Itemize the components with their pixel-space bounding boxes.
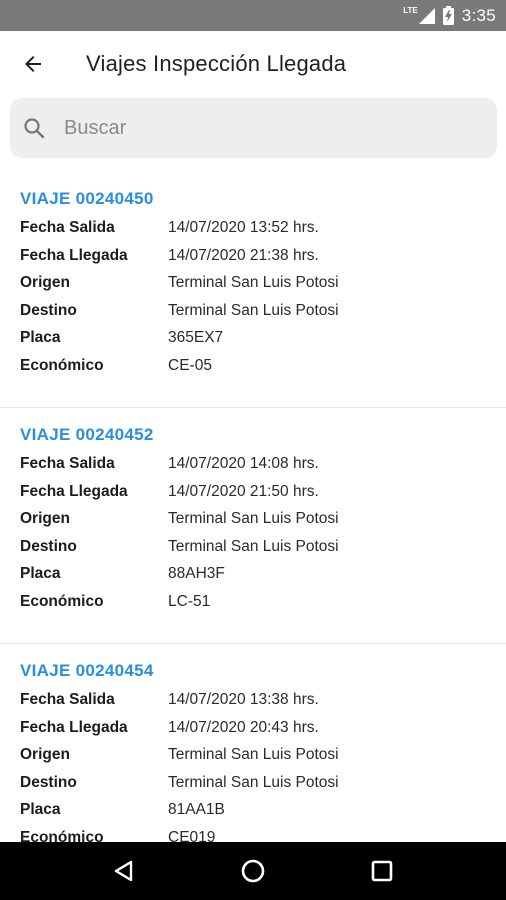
field-label: Fecha Salida: [20, 455, 115, 472]
trip-row-placa: Placa 81AA1B: [20, 796, 506, 824]
field-label: Económico: [20, 592, 104, 610]
trip-row-origen: Origen Terminal San Luis Potosi: [20, 741, 506, 769]
trip-row-placa: Placa 365EX7: [20, 324, 506, 352]
triangle-back-icon: [115, 860, 133, 882]
trip-title: VIAJE 00240450: [20, 189, 154, 208]
trip-row-fecha-salida: Fecha Salida 14/07/2020 14:08 hrs.: [20, 450, 506, 478]
arrow-left-icon: [25, 56, 41, 72]
field-value: Terminal San Luis Potosi: [168, 537, 339, 555]
trip-row-fecha-salida: Fecha Salida 14/07/2020 13:52 hrs.: [20, 214, 506, 242]
field-value: LC-51: [168, 592, 211, 610]
field-label: Destino: [20, 301, 77, 319]
trip-row-placa: Placa 88AH3F: [20, 560, 506, 588]
field-label: Origen: [20, 274, 70, 291]
field-label: Placa: [20, 565, 61, 582]
trip-row-economico: Económico LC-51: [20, 588, 506, 616]
trip-row-economico: Económico CE-05: [20, 352, 506, 380]
nav-home-button[interactable]: [229, 847, 277, 895]
signal-indicator: LTE: [403, 6, 435, 24]
field-value: 14/07/2020 20:43 hrs.: [168, 718, 319, 736]
field-label: Destino: [20, 537, 77, 555]
trip-row-fecha-llegada: Fecha Llegada 14/07/2020 20:43 hrs.: [20, 714, 506, 742]
field-label: Fecha Llegada: [20, 718, 128, 736]
field-value: Terminal San Luis Potosi: [168, 510, 339, 527]
trip-card[interactable]: VIAJE 00240452 Fecha Salida 14/07/2020 1…: [0, 408, 506, 644]
clock-time: 3:35: [461, 5, 496, 25]
search-bar[interactable]: [10, 98, 497, 158]
field-label: Económico: [20, 828, 104, 843]
signal-icon: [418, 7, 435, 24]
field-value: 14/07/2020 13:38 hrs.: [168, 691, 319, 708]
field-value: CE-05: [168, 356, 212, 374]
trip-title: VIAJE 00240454: [20, 661, 154, 680]
field-value: 14/07/2020 21:38 hrs.: [168, 246, 319, 264]
field-value: 365EX7: [168, 329, 224, 346]
battery-charging-icon: [442, 6, 454, 25]
field-label: Placa: [20, 329, 61, 346]
trip-card[interactable]: VIAJE 00240450 Fecha Salida 14/07/2020 1…: [0, 172, 506, 408]
field-value: Terminal San Luis Potosi: [168, 746, 339, 763]
trip-card[interactable]: VIAJE 00240454 Fecha Salida 14/07/2020 1…: [0, 644, 506, 842]
field-value: CE019: [168, 828, 216, 843]
trip-row-origen: Origen Terminal San Luis Potosi: [20, 505, 506, 533]
trip-row-fecha-llegada: Fecha Llegada 14/07/2020 21:50 hrs.: [20, 478, 506, 506]
search-icon: [22, 116, 46, 140]
field-value: 14/07/2020 13:52 hrs.: [168, 219, 319, 236]
field-label: Fecha Llegada: [20, 482, 128, 500]
nav-back-button[interactable]: [100, 847, 148, 895]
field-value: Terminal San Luis Potosi: [168, 301, 339, 319]
status-bar: LTE 3:35: [0, 0, 506, 31]
system-nav-bar: [0, 842, 506, 900]
battery-indicator: [442, 6, 454, 25]
trip-title: VIAJE 00240452: [20, 425, 154, 444]
square-recents-icon: [371, 860, 392, 882]
field-value: Terminal San Luis Potosi: [168, 773, 339, 791]
trip-row-fecha-llegada: Fecha Llegada 14/07/2020 21:38 hrs.: [20, 242, 506, 270]
field-value: 88AH3F: [168, 565, 225, 582]
field-label: Fecha Salida: [20, 691, 115, 708]
network-type-label: LTE: [403, 6, 418, 15]
trip-row-destino: Destino Terminal San Luis Potosi: [20, 533, 506, 561]
page-title: Viajes Inspección Llegada: [86, 51, 347, 76]
field-value: 81AA1B: [168, 801, 225, 818]
field-value: 14/07/2020 14:08 hrs.: [168, 455, 319, 472]
field-label: Placa: [20, 801, 61, 818]
search-input[interactable]: [62, 107, 466, 149]
trip-row-destino: Destino Terminal San Luis Potosi: [20, 769, 506, 797]
field-label: Origen: [20, 746, 70, 763]
trip-row-fecha-salida: Fecha Salida 14/07/2020 13:38 hrs.: [20, 686, 506, 714]
field-label: Fecha Llegada: [20, 246, 128, 264]
field-label: Destino: [20, 773, 77, 791]
screen: LTE 3:35 Viajes Inspección Llegada Busca…: [0, 0, 506, 900]
trip-row-origen: Origen Terminal San Luis Potosi: [20, 269, 506, 297]
nav-recents-button[interactable]: [358, 847, 406, 895]
field-label: Origen: [20, 510, 70, 527]
trip-row-economico: Económico CE019: [20, 824, 506, 843]
trip-list: VIAJE 00240450 Fecha Salida 14/07/2020 1…: [0, 172, 506, 842]
field-value: Terminal San Luis Potosi: [168, 274, 339, 291]
back-button[interactable]: [18, 49, 48, 79]
app-bar: Viajes Inspección Llegada: [0, 31, 506, 97]
field-label: Económico: [20, 356, 104, 374]
field-label: Fecha Salida: [20, 219, 115, 236]
circle-home-icon: [241, 859, 265, 883]
field-value: 14/07/2020 21:50 hrs.: [168, 482, 319, 500]
trip-row-destino: Destino Terminal San Luis Potosi: [20, 297, 506, 325]
